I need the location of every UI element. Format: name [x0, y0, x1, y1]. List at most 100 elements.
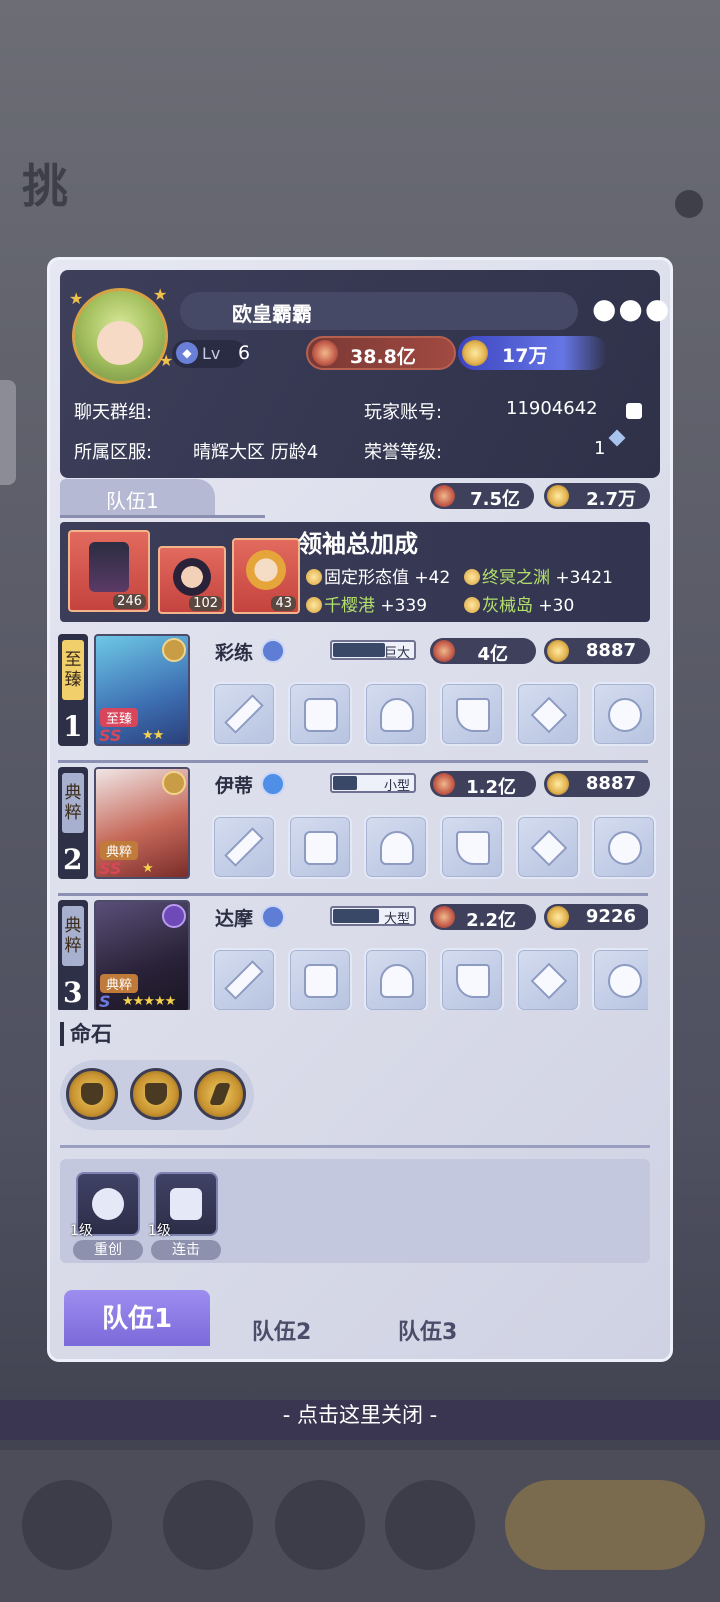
- close-hint[interactable]: - 点击这里关闭 -: [0, 1399, 720, 1429]
- ring-slot-icon[interactable]: [592, 948, 648, 1010]
- hero-name: 伊蒂: [215, 775, 254, 797]
- diamond-icon: [547, 906, 569, 928]
- leader-card[interactable]: 102: [158, 546, 226, 614]
- hero-row[interactable]: 至臻 1 至臻 SS ★★ 彩练 巨大 4亿 8887: [58, 630, 656, 754]
- power-icon: [312, 340, 338, 366]
- hero-score-pill: 9226: [544, 904, 648, 930]
- hero-power-pill: 2.2亿: [430, 904, 536, 931]
- bonus-item: 固定形态值 +42: [306, 563, 450, 588]
- team-power: 7.5亿: [470, 489, 520, 510]
- boots-slot-icon[interactable]: [440, 682, 504, 746]
- server-label: 所属区服:: [74, 442, 153, 463]
- armor-slot-icon[interactable]: [288, 815, 352, 879]
- hero-size: 小型: [383, 779, 410, 794]
- hero-name: 达摩: [215, 908, 254, 930]
- bonus-star-icon: [306, 569, 322, 585]
- power-icon: [433, 640, 455, 662]
- quality-label: 至臻: [62, 640, 84, 700]
- team-power-pill: 7.5亿: [430, 483, 534, 510]
- helmet-slot-icon[interactable]: [364, 815, 428, 879]
- helmet-slot-icon[interactable]: [364, 948, 428, 1010]
- bonus-item: 终冥之渊 +3421: [464, 563, 613, 588]
- tab-team-1[interactable]: 队伍1: [64, 1290, 210, 1346]
- hero-portrait[interactable]: 典粹 SS ★: [94, 767, 190, 879]
- diamond-icon: [462, 340, 488, 366]
- server-value: 晴辉大区 历龄4: [193, 442, 319, 463]
- armor-slot-icon[interactable]: [288, 948, 352, 1010]
- weapon-slot-icon[interactable]: [212, 948, 276, 1010]
- tab-team-3[interactable]: 队伍3: [398, 1314, 457, 1346]
- quality-label: 典粹: [62, 773, 84, 833]
- ring-slot-icon[interactable]: [592, 682, 656, 746]
- hero-row[interactable]: 典粹 2 典粹 SS ★ 伊蒂 小型 1.2亿 8887: [58, 763, 656, 887]
- necklace-slot-icon[interactable]: [516, 948, 580, 1010]
- ss-rank-icon: SS: [99, 726, 122, 745]
- fate-stone-lightning-icon[interactable]: [194, 1068, 246, 1120]
- power-icon: [433, 773, 455, 795]
- profile-card: ★ ★ ★ 欧皇霸霸 ●●● ◆ Lv 6 38.8亿 17万 聊天群组: 玩家…: [60, 270, 669, 478]
- skill-panel: [60, 1159, 650, 1263]
- skill-name: 重创: [73, 1240, 143, 1260]
- fate-stone-shield-icon[interactable]: [130, 1068, 182, 1120]
- leader-card[interactable]: 43: [232, 538, 300, 614]
- total-power-badge: 38.8亿: [306, 336, 456, 370]
- hero-score: 8887: [585, 640, 636, 661]
- skill-level: 1级: [148, 1223, 171, 1239]
- honor-label: 荣誉等级:: [364, 442, 443, 463]
- hero-row[interactable]: 典粹 3 典粹 S ★★★★★ 达摩 大型 2.2亿 9226: [58, 896, 648, 1010]
- hero-size-bar: 巨大: [330, 640, 416, 661]
- power-icon: [433, 906, 455, 928]
- level-value: 6: [238, 342, 251, 364]
- helmet-slot-icon[interactable]: [364, 682, 428, 746]
- weapon-slot-icon[interactable]: [212, 682, 276, 746]
- necklace-slot-icon[interactable]: [516, 815, 580, 879]
- player-avatar[interactable]: ★ ★ ★: [69, 285, 173, 384]
- bonus-star-icon: [306, 597, 322, 613]
- necklace-slot-icon[interactable]: [516, 682, 580, 746]
- leader-card[interactable]: 246: [68, 530, 150, 612]
- background-title: 挑: [22, 159, 70, 213]
- equip-slot-icon: [162, 638, 186, 662]
- rank-number: 1: [63, 710, 83, 743]
- section-divider: [60, 1145, 650, 1148]
- hero-score-pill: 8887: [544, 638, 650, 664]
- hero-portrait[interactable]: 至臻 SS ★★: [94, 634, 190, 746]
- player-info-panel: ★ ★ ★ 欧皇霸霸 ●●● ◆ Lv 6 38.8亿 17万 聊天群组: 玩家…: [47, 257, 673, 1362]
- boots-slot-icon[interactable]: [440, 815, 504, 879]
- more-options-icon[interactable]: ●●●: [592, 292, 670, 325]
- boots-slot-icon[interactable]: [440, 948, 504, 1010]
- hero-stars: ★★: [142, 728, 164, 743]
- ring-slot-icon[interactable]: [592, 815, 656, 879]
- hero-score: 9226: [585, 906, 636, 927]
- left-edge-tab[interactable]: [0, 380, 16, 485]
- account-id: 11904642: [506, 398, 598, 419]
- hero-size: 大型: [383, 912, 410, 927]
- diamond-count: 17万: [502, 345, 548, 367]
- hero-power: 2.2亿: [466, 910, 516, 931]
- chat-group-label: 聊天群组:: [74, 402, 153, 423]
- leader-card-level: 102: [189, 596, 222, 611]
- element-icon: [261, 905, 285, 929]
- team-diamond-pill: 2.7万: [544, 483, 650, 510]
- fate-stone-chalice-icon[interactable]: [66, 1068, 118, 1120]
- weapon-slot-icon[interactable]: [212, 815, 276, 879]
- s-rank-icon: S: [99, 992, 111, 1010]
- team-section-label: 队伍1: [106, 489, 159, 513]
- skill-name: 连击: [151, 1240, 221, 1260]
- diamond-icon: [547, 773, 569, 795]
- hero-score: 8887: [585, 773, 636, 794]
- level-icon: ◆: [176, 342, 198, 364]
- rank-badge: 至臻 1: [58, 634, 88, 746]
- hero-name: 彩练: [215, 642, 254, 664]
- hero-portrait[interactable]: 典粹 S ★★★★★: [94, 900, 190, 1010]
- rank-badge: 典粹 2: [58, 767, 88, 879]
- bonus-star-icon: [464, 597, 480, 613]
- copy-icon[interactable]: [626, 403, 642, 419]
- quality-label: 典粹: [62, 906, 84, 966]
- tab-team-2[interactable]: 队伍2: [252, 1314, 311, 1346]
- armor-slot-icon[interactable]: [288, 682, 352, 746]
- background-action-button: [505, 1480, 705, 1570]
- total-power: 38.8亿: [350, 346, 416, 368]
- rank-number: 3: [63, 976, 83, 1009]
- skill-level: 1级: [70, 1223, 93, 1239]
